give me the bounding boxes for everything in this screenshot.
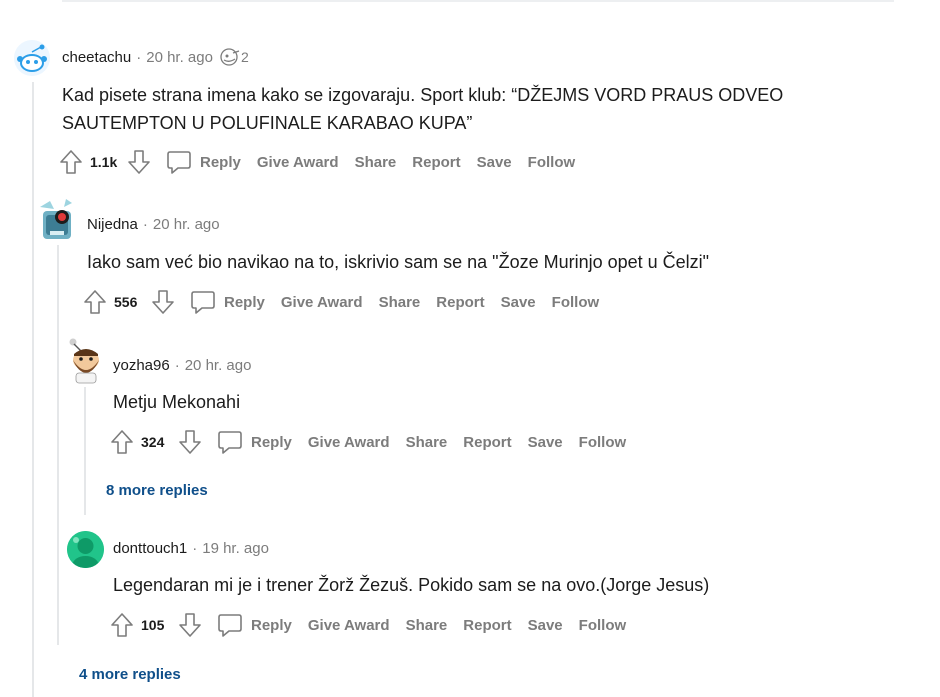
- comment-actions: 556 Reply Give Award Share Report Save F…: [82, 289, 615, 315]
- comment-meta: Nijedna · 20 hr. ago: [87, 216, 220, 233]
- comment-body-line: SAUTEMPTON U POLUFINALE KARABAO KUPA”: [62, 113, 473, 133]
- award-count: 2: [240, 49, 249, 65]
- vote-score: 324: [141, 434, 165, 450]
- share-button[interactable]: Share: [379, 294, 421, 311]
- downvote-icon[interactable]: [177, 612, 203, 638]
- snoo-avatar-icon[interactable]: [14, 40, 50, 76]
- save-button[interactable]: Save: [528, 434, 563, 451]
- vote-score: 105: [141, 617, 165, 633]
- meta-separator: ·: [192, 540, 198, 557]
- username[interactable]: cheetachu: [62, 49, 131, 66]
- vote-score: 556: [114, 294, 138, 310]
- meta-separator: ·: [174, 357, 180, 374]
- downvote-icon[interactable]: [126, 149, 152, 175]
- reply-button[interactable]: Reply: [224, 294, 265, 311]
- comment-body: Metju Mekonahi: [113, 392, 241, 412]
- save-button[interactable]: Save: [501, 294, 536, 311]
- downvote-icon[interactable]: [177, 429, 203, 455]
- give-award-button[interactable]: Give Award: [308, 434, 390, 451]
- previous-comment-divider: [62, 0, 894, 2]
- follow-button[interactable]: Follow: [552, 294, 600, 311]
- username[interactable]: yozha96: [113, 357, 170, 374]
- save-button[interactable]: Save: [477, 154, 512, 171]
- thread-line-level-1[interactable]: [32, 82, 34, 697]
- more-replies-link[interactable]: 4 more replies: [79, 666, 181, 683]
- report-button[interactable]: Report: [463, 617, 511, 634]
- downvote-icon[interactable]: [150, 289, 176, 315]
- comment-body: Kad pisete strana imena kako se izgovara…: [62, 81, 882, 137]
- comment-meta: donttouch1 · 19 hr. ago: [113, 540, 269, 557]
- comment-meta: yozha96 · 20 hr. ago: [113, 357, 251, 374]
- upvote-icon[interactable]: [109, 612, 135, 638]
- share-button[interactable]: Share: [355, 154, 397, 171]
- timestamp[interactable]: 20 hr. ago: [185, 357, 252, 374]
- robot-avatar-icon[interactable]: [38, 197, 76, 243]
- comment-actions: 1.1k Reply Give Award Share Report Save …: [58, 149, 591, 175]
- thread-line-level-2[interactable]: [57, 245, 59, 645]
- follow-button[interactable]: Follow: [579, 434, 627, 451]
- comment-actions: 324 Reply Give Award Share Report Save F…: [109, 429, 642, 455]
- award-badge[interactable]: 2: [219, 48, 249, 66]
- vote-score: 1.1k: [90, 154, 118, 170]
- give-award-button[interactable]: Give Award: [257, 154, 339, 171]
- comment-actions: 105 Reply Give Award Share Report Save F…: [109, 612, 642, 638]
- award-icon: [220, 48, 240, 66]
- share-button[interactable]: Share: [406, 434, 448, 451]
- timestamp[interactable]: 20 hr. ago: [153, 216, 220, 233]
- give-award-button[interactable]: Give Award: [281, 294, 363, 311]
- comment-body: Legendaran mi je i trener Žorž Žezuš. Po…: [113, 575, 710, 595]
- meta-separator: ·: [142, 216, 148, 233]
- comment-meta: cheetachu · 20 hr. ago 2: [62, 48, 249, 66]
- comment-bubble-icon[interactable]: [217, 612, 243, 638]
- upvote-icon[interactable]: [109, 429, 135, 455]
- timestamp[interactable]: 20 hr. ago: [146, 49, 213, 66]
- reply-button[interactable]: Reply: [251, 434, 292, 451]
- bearded-snoo-avatar-icon[interactable]: [64, 336, 104, 384]
- meta-separator: ·: [136, 48, 142, 66]
- comment-body-line: Kad pisete strana imena kako se izgovara…: [62, 85, 784, 105]
- reply-button[interactable]: Reply: [200, 154, 241, 171]
- comment-body: Iako sam već bio navikao na to, iskrivio…: [87, 252, 710, 272]
- thread-line-level-3[interactable]: [84, 387, 86, 515]
- save-button[interactable]: Save: [528, 617, 563, 634]
- share-button[interactable]: Share: [406, 617, 448, 634]
- upvote-icon[interactable]: [82, 289, 108, 315]
- timestamp[interactable]: 19 hr. ago: [202, 540, 269, 557]
- follow-button[interactable]: Follow: [579, 617, 627, 634]
- reply-button[interactable]: Reply: [251, 617, 292, 634]
- give-award-button[interactable]: Give Award: [308, 617, 390, 634]
- comment-bubble-icon[interactable]: [190, 289, 216, 315]
- comment-bubble-icon[interactable]: [217, 429, 243, 455]
- report-button[interactable]: Report: [463, 434, 511, 451]
- more-replies-link[interactable]: 8 more replies: [106, 482, 208, 499]
- username[interactable]: Nijedna: [87, 216, 138, 233]
- upvote-icon[interactable]: [58, 149, 84, 175]
- follow-button[interactable]: Follow: [528, 154, 576, 171]
- report-button[interactable]: Report: [436, 294, 484, 311]
- report-button[interactable]: Report: [412, 154, 460, 171]
- default-avatar-icon[interactable]: [67, 531, 104, 568]
- username[interactable]: donttouch1: [113, 540, 187, 557]
- comment-bubble-icon[interactable]: [166, 149, 192, 175]
